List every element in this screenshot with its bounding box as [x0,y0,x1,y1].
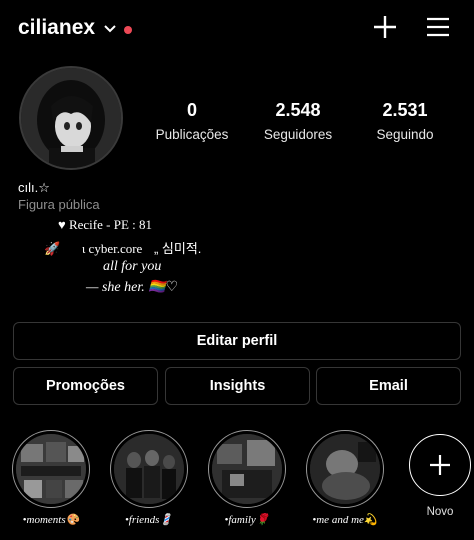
email-button[interactable]: Email [316,367,461,405]
highlight-friends-image [114,434,184,504]
bio-line-2: 🚀 ι cyber.core „ 심미적. [44,238,201,257]
posts-count: 0 [186,100,197,120]
chevron-down-icon[interactable] [104,24,116,34]
promotions-button[interactable]: Promoções [13,367,158,405]
edit-profile-button[interactable]: Editar perfil [13,322,461,360]
highlight-me-and-me[interactable]: •me and me💫 [306,430,384,526]
username[interactable]: cilianex [18,16,95,40]
following-count: 2.531 [382,100,428,120]
followers-count: 2.548 [275,100,321,120]
notification-dot [124,26,132,34]
new-highlight-label: Novo [426,506,454,518]
posts-stat[interactable]: 0 Publicações [137,100,247,142]
new-highlight-button[interactable] [409,434,471,496]
top-bar: cilianex [0,0,474,58]
insights-button[interactable]: Insights [165,367,310,405]
bio-korean: „ 심미적. [153,241,202,256]
followers-stat[interactable]: 2.548 Seguidores [243,100,353,142]
following-label: Seguindo [376,127,434,142]
profile-category: Figura pública [18,197,100,212]
highlight-friends[interactable]: •friends💈 [110,430,188,526]
rocket-emoji: 🚀 [44,241,61,256]
bio-line-4: — she her. 🏳️‍🌈♡ [86,280,179,295]
highlight-friends-caption: •friends💈 [124,514,174,526]
plus-icon[interactable] [372,14,398,40]
new-highlight[interactable]: Novo [402,430,474,518]
profile-name: cılı.☆ [18,180,50,195]
plus-icon [430,455,450,475]
highlight-family-caption: •family🌹 [224,514,270,526]
profile-avatar[interactable] [19,66,123,170]
highlight-moments-caption: •moments🎨 [22,514,80,526]
highlight-me-and-me-caption: •me and me💫 [312,514,378,526]
highlight-moments-image [16,434,86,504]
highlight-family-image [212,434,282,504]
bio-line-1: ♥ Recife - PE : 81 [58,217,153,232]
highlight-me-and-me-image [310,434,380,504]
hamburger-menu-icon[interactable] [426,16,450,38]
highlight-moments[interactable]: •moments🎨 [12,430,90,526]
followers-label: Seguidores [263,127,333,142]
highlight-family[interactable]: •family🌹 [208,430,286,526]
following-stat[interactable]: 2.531 Seguindo [350,100,460,142]
bio-line-3: all for you [103,259,162,274]
avatar-illustration [21,68,121,168]
bio-cyber-core: ι cyber.core [81,241,143,256]
posts-label: Publicações [155,127,229,142]
